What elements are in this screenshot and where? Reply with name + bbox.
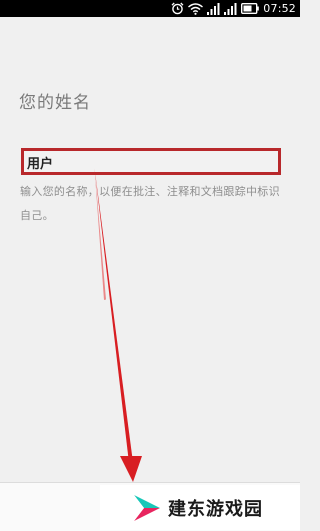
play-triangle-logo (134, 494, 160, 521)
name-input[interactable]: 用户 (21, 148, 281, 175)
signal-icon (224, 2, 237, 15)
signal-icon (207, 2, 220, 15)
watermark: 建东游戏园 (100, 485, 300, 530)
status-icons: 07:52 (171, 1, 296, 16)
status-time: 07:52 (263, 2, 296, 15)
status-bar: 07:52 (0, 0, 300, 17)
battery-icon (241, 3, 260, 14)
alarm-icon (171, 2, 184, 15)
name-settings-screen: 您的姓名 用户 输入您的名称，以便在批注、注释和文档跟踪中标识自己。 (0, 17, 300, 482)
page-title: 您的姓名 (19, 93, 91, 113)
name-input-value[interactable]: 用户 (27, 153, 53, 172)
wifi-icon (188, 2, 204, 15)
name-hint-text: 输入您的名称，以便在批注、注释和文档跟踪中标识自己。 (20, 185, 280, 222)
watermark-text: 建东游戏园 (168, 498, 263, 520)
